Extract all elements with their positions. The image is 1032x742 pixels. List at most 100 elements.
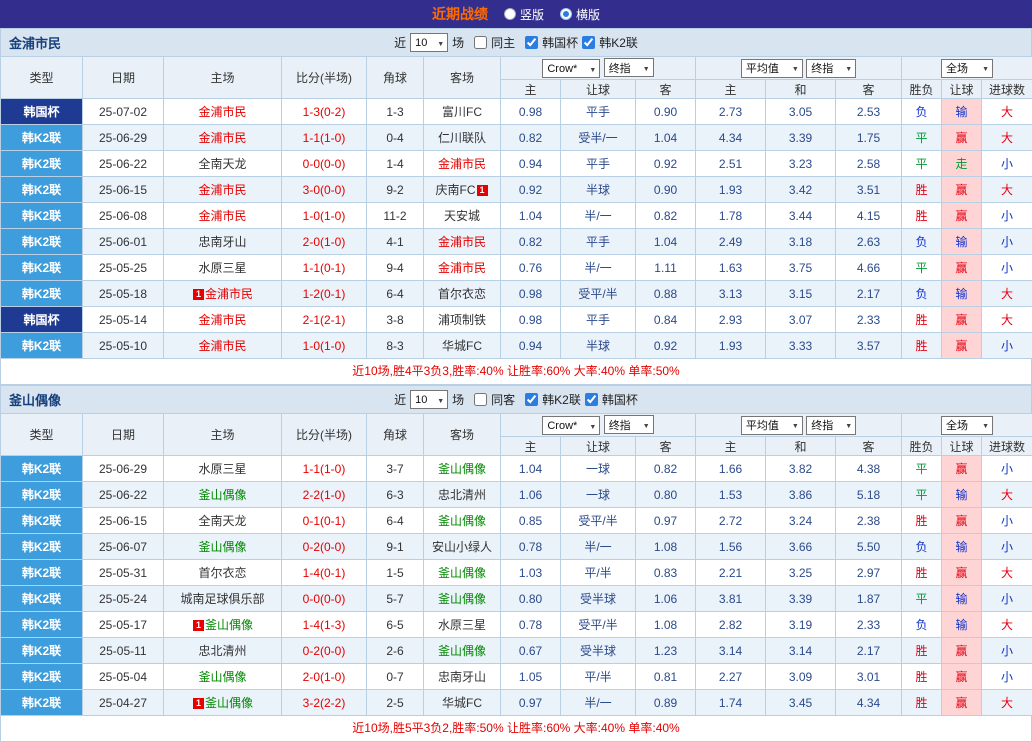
col-header-away: 客场 (424, 57, 501, 99)
away-team-name[interactable]: 釜山偶像 (438, 644, 486, 658)
match-count-select[interactable]: 10 (410, 390, 448, 409)
home-team-name[interactable]: 水原三星 (198, 261, 246, 275)
league-type[interactable]: 韩K2联 (1, 229, 83, 255)
league-type[interactable]: 韩K2联 (1, 255, 83, 281)
away-team-name[interactable]: 仁川联队 (438, 131, 486, 145)
team-name[interactable]: 釜山偶像 (9, 390, 61, 409)
away-team-name[interactable]: 釜山偶像 (438, 592, 486, 606)
league-type[interactable]: 韩K2联 (1, 534, 83, 560)
league-type[interactable]: 韩国杯 (1, 99, 83, 125)
league-type[interactable]: 韩K2联 (1, 560, 83, 586)
league-type[interactable]: 韩K2联 (1, 203, 83, 229)
league-type[interactable]: 韩K2联 (1, 638, 83, 664)
final-index-select-1[interactable]: 终指 (604, 58, 654, 77)
handicap-line: 受半/一 (561, 125, 636, 151)
home-team-name[interactable]: 金浦市民 (198, 209, 246, 223)
away-team-name[interactable]: 釜山偶像 (438, 566, 486, 580)
avg-away-odds: 2.53 (836, 99, 902, 125)
handicap-line: 受平/半 (561, 612, 636, 638)
same-venue-checkbox[interactable] (474, 36, 487, 49)
league-type[interactable]: 韩K2联 (1, 151, 83, 177)
bookmaker-select[interactable]: Crow* (542, 416, 600, 435)
away-team-name[interactable]: 金浦市民 (438, 157, 486, 171)
home-team-name[interactable]: 全南天龙 (198, 157, 246, 171)
away-team-name[interactable]: 庆南FC (436, 183, 476, 197)
final-index-select-2[interactable]: 终指 (806, 59, 856, 78)
away-team-name[interactable]: 釜山偶像 (438, 514, 486, 528)
away-team-name[interactable]: 安山小绿人 (432, 540, 492, 554)
home-team-name[interactable]: 金浦市民 (198, 131, 246, 145)
bookmaker-select[interactable]: Crow* (542, 59, 600, 78)
league-filter-checkbox-2[interactable] (585, 393, 598, 406)
match-date: 25-06-29 (83, 456, 164, 482)
away-team-name[interactable]: 浦项制铁 (438, 313, 486, 327)
league-type[interactable]: 韩K2联 (1, 690, 83, 716)
match-count-select[interactable]: 10 (410, 33, 448, 52)
league-type[interactable]: 韩K2联 (1, 281, 83, 307)
league-type[interactable]: 韩K2联 (1, 177, 83, 203)
away-team-name[interactable]: 华城FC (442, 339, 482, 353)
league-type[interactable]: 韩K2联 (1, 125, 83, 151)
home-team-name[interactable]: 城南足球俱乐部 (180, 592, 264, 606)
away-team-name[interactable]: 金浦市民 (438, 261, 486, 275)
home-team-name[interactable]: 金浦市民 (198, 105, 246, 119)
radio-icon[interactable] (504, 8, 516, 20)
league-filter-checkbox-1[interactable] (525, 393, 538, 406)
home-team-name[interactable]: 釜山偶像 (198, 540, 246, 554)
corner-score: 2-6 (367, 638, 424, 664)
home-team: 忠南牙山 (164, 229, 282, 255)
home-team-name[interactable]: 金浦市民 (198, 339, 246, 353)
league-filter-checkbox-2[interactable] (582, 36, 595, 49)
away-team-name[interactable]: 天安城 (444, 209, 480, 223)
final-index-select-1[interactable]: 终指 (604, 415, 654, 434)
home-team-name[interactable]: 金浦市民 (198, 183, 246, 197)
home-team-name[interactable]: 金浦市民 (198, 313, 246, 327)
away-team-name[interactable]: 富川FC (442, 105, 482, 119)
away-team-name[interactable]: 华城FC (442, 696, 482, 710)
league-type[interactable]: 韩国杯 (1, 307, 83, 333)
same-venue-checkbox[interactable] (474, 393, 487, 406)
away-team-name[interactable]: 忠南牙山 (438, 670, 486, 684)
league-type[interactable]: 韩K2联 (1, 664, 83, 690)
home-team-name[interactable]: 水原三星 (198, 462, 246, 476)
matches-label: 场 (452, 34, 464, 51)
home-team-name[interactable]: 釜山偶像 (198, 670, 246, 684)
away-team-name[interactable]: 忠北清州 (438, 488, 486, 502)
home-team-name[interactable]: 全南天龙 (198, 514, 246, 528)
avg-draw-odds: 3.44 (766, 203, 836, 229)
radio-icon[interactable] (560, 8, 572, 20)
home-team-name[interactable]: 忠南牙山 (198, 235, 246, 249)
home-team: 水原三星 (164, 255, 282, 281)
fulltime-select[interactable]: 全场 (941, 59, 993, 78)
radio-horizontal-layout[interactable]: 横版 (560, 6, 600, 23)
match-score: 0-2(0-0) (282, 638, 367, 664)
league-type[interactable]: 韩K2联 (1, 333, 83, 359)
league-filter-checkbox-1[interactable] (525, 36, 538, 49)
league-type[interactable]: 韩K2联 (1, 612, 83, 638)
league-type[interactable]: 韩K2联 (1, 456, 83, 482)
home-team-name[interactable]: 釜山偶像 (205, 618, 253, 632)
average-select[interactable]: 平均值 (741, 416, 803, 435)
away-team-name[interactable]: 水原三星 (438, 618, 486, 632)
home-team-name[interactable]: 首尔衣恋 (198, 566, 246, 580)
avg-away-odds: 2.58 (836, 151, 902, 177)
league-type[interactable]: 韩K2联 (1, 482, 83, 508)
handicap-home-odds: 0.80 (501, 586, 561, 612)
average-select[interactable]: 平均值 (741, 59, 803, 78)
fulltime-select[interactable]: 全场 (941, 416, 993, 435)
home-team-name[interactable]: 釜山偶像 (198, 488, 246, 502)
away-team-name[interactable]: 首尔衣恋 (438, 287, 486, 301)
home-team-name[interactable]: 金浦市民 (205, 287, 253, 301)
away-team-name[interactable]: 釜山偶像 (438, 462, 486, 476)
match-row: 韩K2联25-06-01忠南牙山2-0(1-0)4-1金浦市民0.82平手1.0… (1, 229, 1032, 255)
final-index-select-2[interactable]: 终指 (806, 416, 856, 435)
match-score: 1-1(1-0) (282, 456, 367, 482)
handicap-away-odds: 0.97 (636, 508, 696, 534)
radio-vertical-layout[interactable]: 竖版 (504, 6, 544, 23)
home-team-name[interactable]: 忠北清州 (198, 644, 246, 658)
league-type[interactable]: 韩K2联 (1, 586, 83, 612)
league-type[interactable]: 韩K2联 (1, 508, 83, 534)
team-name[interactable]: 金浦市民 (9, 33, 61, 52)
home-team-name[interactable]: 釜山偶像 (205, 696, 253, 710)
away-team-name[interactable]: 金浦市民 (438, 235, 486, 249)
